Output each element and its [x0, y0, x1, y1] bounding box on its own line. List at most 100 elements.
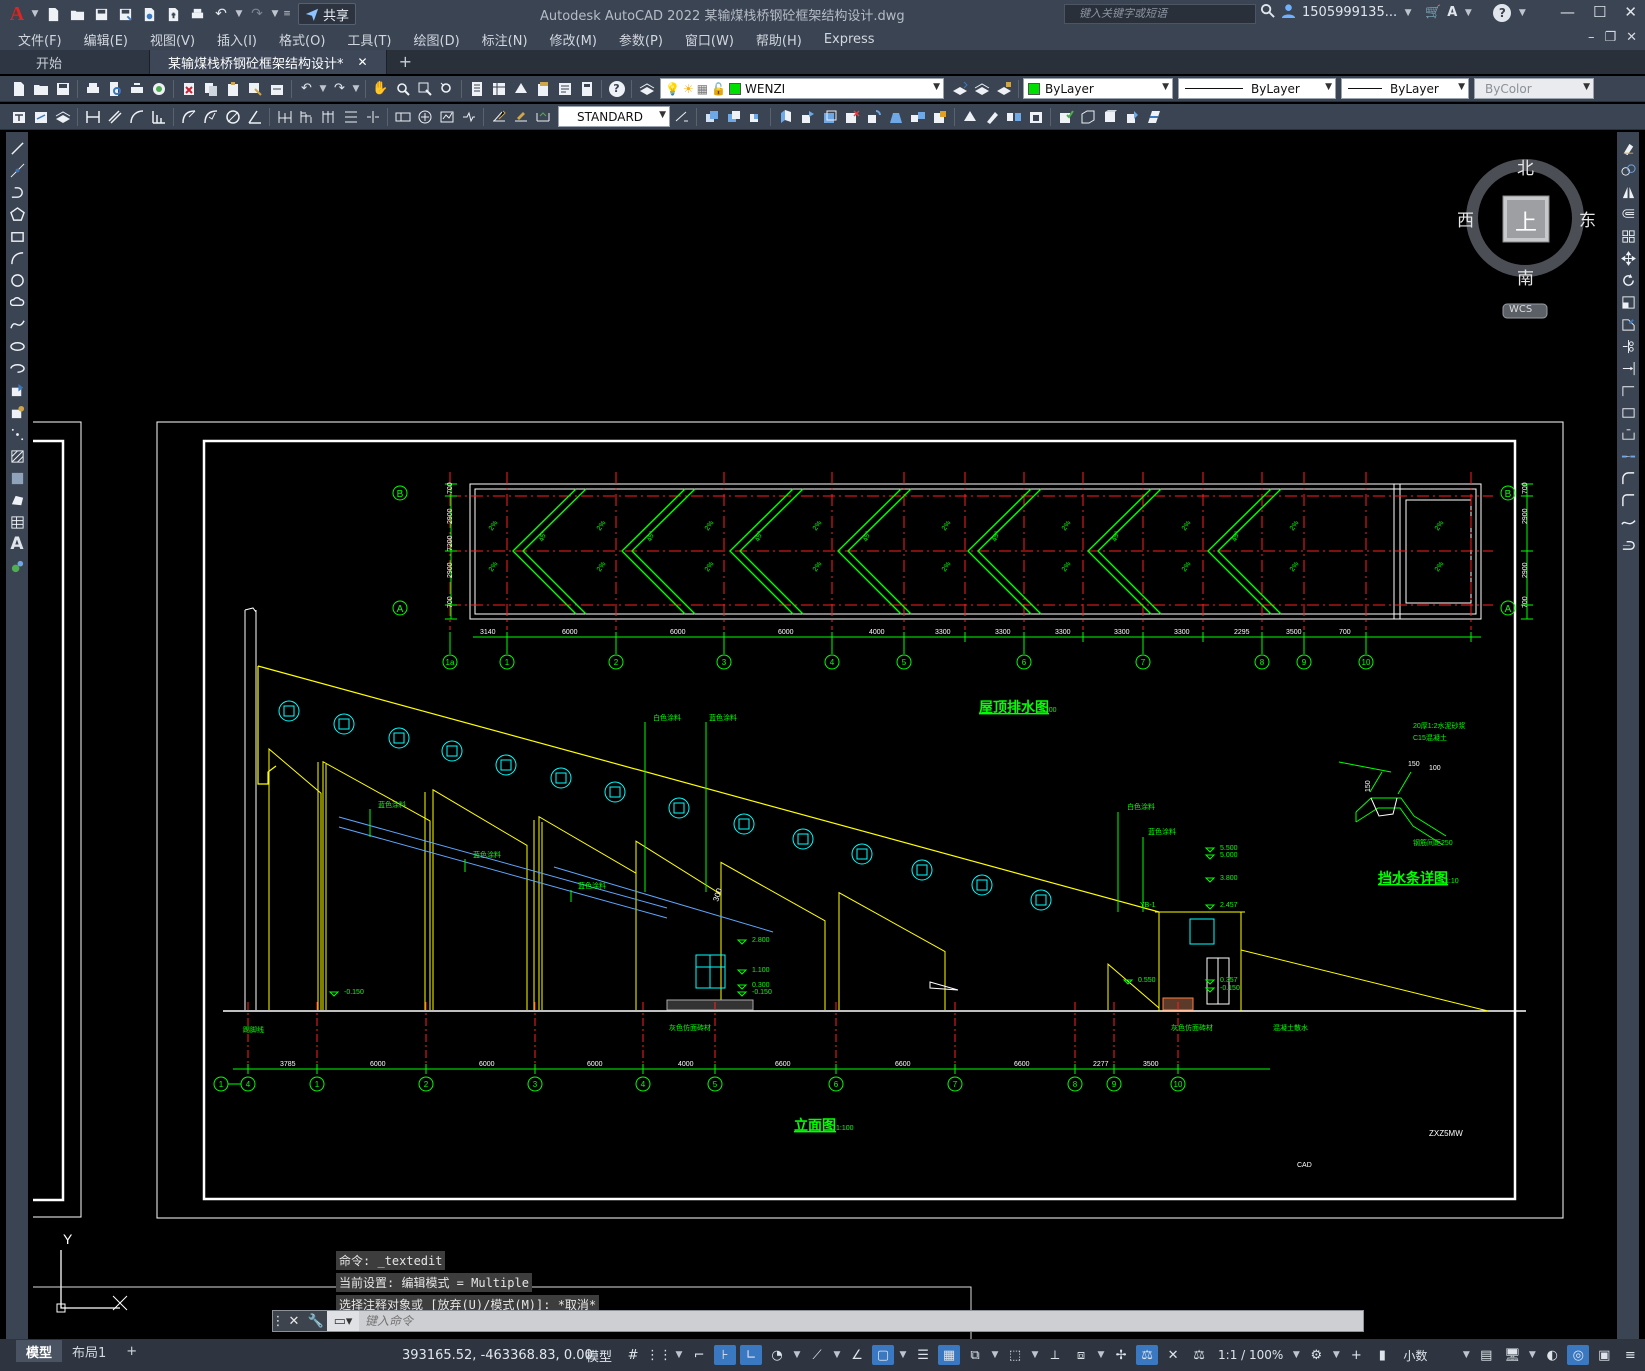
- maximize-icon[interactable]: ☐: [1593, 3, 1606, 21]
- zoom-window-icon[interactable]: [414, 78, 435, 99]
- extract-edges-icon[interactable]: [1077, 106, 1098, 127]
- coordinate-readout[interactable]: 393165.52, -463368.83, 0.00: [402, 1348, 593, 1363]
- paste-icon[interactable]: [222, 78, 243, 99]
- qnew-icon[interactable]: [8, 78, 29, 99]
- edit-polyline-icon[interactable]: [1618, 534, 1638, 554]
- menu-express[interactable]: Express: [824, 32, 875, 47]
- ellipse-arc-icon[interactable]: [7, 358, 27, 378]
- rotate-face-icon[interactable]: [863, 106, 884, 127]
- annotation-visibility-icon[interactable]: ⚖: [1136, 1345, 1159, 1365]
- solid-edit-icon[interactable]: [1099, 106, 1120, 127]
- viewcube-north[interactable]: 北: [1517, 154, 1534, 179]
- menu-edit[interactable]: 编辑(E): [84, 30, 128, 49]
- edit-text-icon[interactable]: [8, 106, 29, 127]
- zoom-realtime-icon[interactable]: [392, 78, 413, 99]
- match-properties-icon[interactable]: [244, 78, 265, 99]
- diameter-dimension-icon[interactable]: [222, 106, 243, 127]
- slice-icon[interactable]: [1143, 106, 1164, 127]
- layer-state-icon[interactable]: [993, 78, 1014, 99]
- undo-icon[interactable]: ↶: [210, 3, 232, 25]
- object-snap-tracking-icon[interactable]: ∠: [846, 1345, 868, 1365]
- snap-mode-icon[interactable]: ⋮⋮: [646, 1345, 672, 1365]
- command-customize-icon[interactable]: 🔧: [305, 1311, 327, 1331]
- search-icon[interactable]: [1260, 3, 1275, 22]
- ordinate-dimension-icon[interactable]: [148, 106, 169, 127]
- inspect-icon[interactable]: [436, 106, 457, 127]
- menu-draw[interactable]: 绘图(D): [414, 30, 460, 49]
- selection-cycling-icon[interactable]: ⧉: [964, 1345, 986, 1365]
- center-mark-icon[interactable]: [414, 106, 435, 127]
- infer-constraints-icon[interactable]: ⌐: [688, 1345, 710, 1365]
- stretch-icon[interactable]: [1618, 314, 1638, 334]
- move-icon[interactable]: [1618, 248, 1638, 268]
- tolerance-icon[interactable]: [392, 106, 413, 127]
- autodesk-a360-icon[interactable]: A: [1447, 5, 1457, 20]
- plotstyle-dropdown[interactable]: ByColor ▼: [1474, 78, 1594, 99]
- dimension-edit-icon[interactable]: [488, 106, 509, 127]
- extrude-face-icon[interactable]: [775, 106, 796, 127]
- model-space-button[interactable]: 模型: [586, 1346, 612, 1365]
- move-face-icon[interactable]: [797, 106, 818, 127]
- save-as-icon[interactable]: [114, 3, 136, 25]
- chevron-down-icon[interactable]: ▼: [1458, 82, 1465, 92]
- customize-qat-icon[interactable]: ≡: [282, 9, 292, 19]
- viewport-freeze-icon[interactable]: ▦: [697, 82, 708, 96]
- selection-filter-icon[interactable]: ⧈: [1070, 1345, 1092, 1365]
- wcs-label[interactable]: WCS: [1509, 304, 1532, 315]
- user-name[interactable]: 1505999135...: [1302, 5, 1397, 20]
- print-icon[interactable]: [82, 78, 103, 99]
- redo-toolbar-icon[interactable]: ↷: [329, 78, 350, 99]
- tab-start[interactable]: 开始: [0, 50, 150, 74]
- viewcube-east[interactable]: 东: [1579, 206, 1596, 231]
- redo-dropdown-icon[interactable]: ▼: [270, 9, 280, 19]
- delete-face-icon[interactable]: [841, 106, 862, 127]
- new-tab-button[interactable]: +: [387, 50, 424, 74]
- doc-restore-icon[interactable]: ❐: [1604, 30, 1616, 45]
- imprint-icon[interactable]: [959, 106, 980, 127]
- new-file-icon[interactable]: [42, 3, 64, 25]
- layer-dropdown[interactable]: 💡 ☀ ▦ 🔓 WENZI ▼: [660, 78, 944, 99]
- command-input[interactable]: [359, 1311, 1363, 1331]
- add-selected-icon[interactable]: [7, 556, 27, 576]
- revision-cloud-icon[interactable]: [7, 292, 27, 312]
- dimension-update-icon[interactable]: [532, 106, 553, 127]
- line-icon[interactable]: [7, 138, 27, 158]
- properties-icon[interactable]: [466, 78, 487, 99]
- chamfer-icon[interactable]: [1618, 446, 1638, 466]
- point-icon[interactable]: [7, 424, 27, 444]
- color-face-icon[interactable]: [929, 106, 950, 127]
- menu-format[interactable]: 格式(O): [279, 30, 325, 49]
- publish-icon[interactable]: [126, 78, 147, 99]
- taper-face-icon[interactable]: [885, 106, 906, 127]
- plot-icon[interactable]: [186, 3, 208, 25]
- radius-dimension-icon[interactable]: [178, 106, 199, 127]
- transparency-icon[interactable]: ▦: [938, 1345, 961, 1365]
- dimension-text-edit-icon[interactable]: [510, 106, 531, 127]
- baseline-dimension-icon[interactable]: [296, 106, 317, 127]
- workspace-switch-icon[interactable]: ⚙: [1305, 1345, 1327, 1365]
- menu-insert[interactable]: 插入(I): [217, 30, 257, 49]
- clean-icon[interactable]: [981, 106, 1002, 127]
- break-icon[interactable]: [1618, 402, 1638, 422]
- dimension-break-icon[interactable]: [362, 106, 383, 127]
- app-menu-dropdown-icon[interactable]: ▼: [30, 9, 40, 19]
- sun-icon[interactable]: ☀: [683, 82, 694, 96]
- layer-previous-icon[interactable]: [971, 78, 992, 99]
- polar-tracking-icon[interactable]: ◔: [766, 1345, 788, 1365]
- pan-icon[interactable]: ✋: [370, 78, 391, 99]
- blend-curves-icon[interactable]: [1618, 490, 1638, 510]
- help-icon[interactable]: ?: [1493, 3, 1512, 22]
- autocad-logo-icon[interactable]: A: [6, 3, 28, 25]
- lock-ui-icon[interactable]: 🖥: [1501, 1345, 1523, 1365]
- chevron-down-icon[interactable]: ▼: [1162, 82, 1169, 92]
- polyline-icon[interactable]: [7, 182, 27, 202]
- block-editor-icon[interactable]: [266, 78, 287, 99]
- layer-properties-icon[interactable]: [636, 78, 657, 99]
- trim-icon[interactable]: [1618, 336, 1638, 356]
- angular-dimension-icon[interactable]: [244, 106, 265, 127]
- isolate-objects-icon[interactable]: ◐: [1541, 1345, 1563, 1365]
- menu-view[interactable]: 视图(V): [150, 30, 195, 49]
- shell-icon[interactable]: [1025, 106, 1046, 127]
- ortho-mode-icon[interactable]: ∟: [740, 1345, 763, 1365]
- quick-dimension-icon[interactable]: [274, 106, 295, 127]
